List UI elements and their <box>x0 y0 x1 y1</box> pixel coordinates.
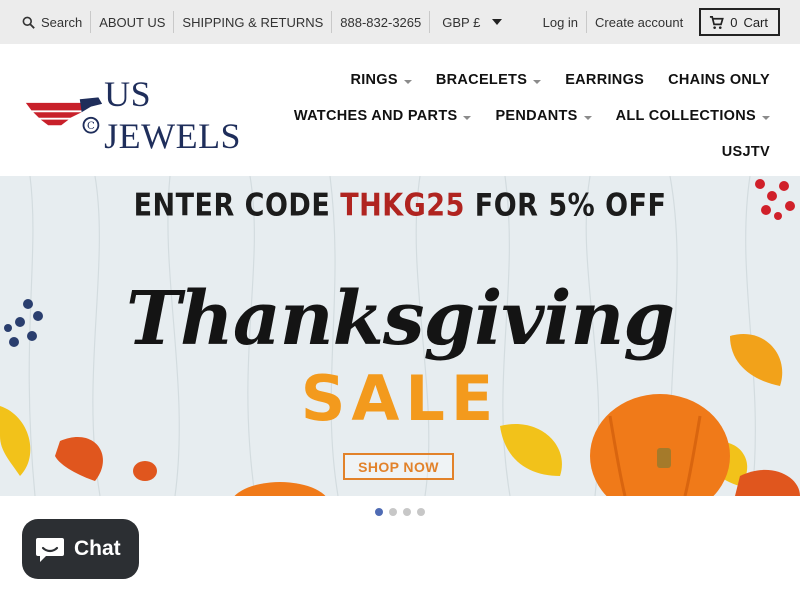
nav-item-all-collections[interactable]: ALL COLLECTIONS <box>616 108 770 124</box>
nav-item-label: BRACELETS <box>435 72 528 88</box>
promo-code: THKG25 <box>340 187 465 224</box>
hero-banner[interactable]: ENTER CODE THKG25 FOR 5% OFF Thanksgivin… <box>0 176 800 496</box>
nav-item-label: RINGS <box>350 72 398 88</box>
promo-suffix: FOR 5% OFF <box>474 187 667 224</box>
chevron-down-icon <box>533 79 542 84</box>
nav-item-earrings[interactable]: EARRINGS <box>565 72 644 88</box>
login-link[interactable]: Log in <box>535 12 586 32</box>
chat-button[interactable]: Chat <box>22 519 139 579</box>
svg-text:C: C <box>87 121 95 132</box>
slider-dots <box>375 508 425 516</box>
cart-icon <box>710 15 725 29</box>
nav-row: RINGS BRACELETS EARRINGS CHAINS ONLY <box>330 62 770 98</box>
search-icon <box>22 16 35 29</box>
currency-value: GBP £ <box>442 14 481 30</box>
chevron-down-icon <box>403 79 412 84</box>
nav-item-label: PENDANTS <box>495 108 578 124</box>
promo-text: ENTER CODE THKG25 FOR 5% OFF <box>0 188 800 224</box>
eagle-logo-icon: C <box>25 97 103 134</box>
cart-button[interactable]: 0 Cart <box>699 8 780 36</box>
shipping-returns-link[interactable]: SHIPPING & RETURNS <box>174 12 331 32</box>
nav-item-label: USJTV <box>721 144 770 160</box>
chevron-down-icon <box>762 115 770 120</box>
nav-item-rings[interactable]: RINGS <box>350 72 412 88</box>
nav-item-label: CHAINS ONLY <box>668 72 770 88</box>
cart-count: 0 <box>730 14 738 30</box>
logo[interactable]: C US JEWELS <box>24 74 284 156</box>
chevron-down-icon <box>583 115 592 120</box>
slider-dot[interactable] <box>417 508 425 516</box>
create-account-link[interactable]: Create account <box>587 12 691 32</box>
nav-row: WATCHES AND PARTS PENDANTS ALL COLLECTIONS <box>294 98 770 134</box>
currency-selector[interactable]: GBP £ <box>430 12 510 32</box>
utility-bar: Search ABOUT US SHIPPING & RETURNS 888-8… <box>0 0 800 44</box>
slider-dot[interactable] <box>403 508 411 516</box>
about-us-link[interactable]: ABOUT US <box>91 12 173 32</box>
nav-item-chains-only[interactable]: CHAINS ONLY <box>668 72 770 88</box>
nav-item-pendants[interactable]: PENDANTS <box>495 108 592 124</box>
search-label: Search <box>41 14 83 30</box>
slider-dot[interactable] <box>375 508 383 516</box>
nav-item-label: ALL COLLECTIONS <box>615 108 756 124</box>
banner-sale: SALE <box>300 362 500 435</box>
logo-text: US JEWELS <box>104 74 242 156</box>
nav-item-label: EARRINGS <box>565 72 645 88</box>
search-link[interactable]: Search <box>0 12 90 32</box>
nav-item-watches-and-parts[interactable]: WATCHES AND PARTS <box>294 108 472 124</box>
chevron-down-icon <box>463 115 472 120</box>
main-nav: RINGS BRACELETS EARRINGS CHAINS ONLY WATCHES… <box>294 62 770 170</box>
phone-link[interactable]: 888-832-3265 <box>332 12 429 32</box>
chat-label: Chat <box>74 537 121 560</box>
nav-item-bracelets[interactable]: BRACELETS <box>435 72 542 88</box>
site-header: C US JEWELS RINGS BRACELETS EARRINGS CHAINS… <box>0 44 800 176</box>
chevron-down-icon <box>492 19 503 25</box>
nav-item-usjtv[interactable]: USJTV <box>722 144 770 160</box>
nav-item-label: WATCHES AND PARTS <box>293 108 458 124</box>
banner-headline: Thanksgiving <box>125 276 675 362</box>
shop-now-button[interactable]: SHOP NOW <box>343 453 454 480</box>
slider-dot[interactable] <box>389 508 397 516</box>
nav-row: USJTV <box>330 134 770 170</box>
chat-bubble-icon <box>36 538 64 562</box>
promo-prefix: ENTER CODE <box>133 187 331 224</box>
cart-label: Cart <box>743 14 768 30</box>
